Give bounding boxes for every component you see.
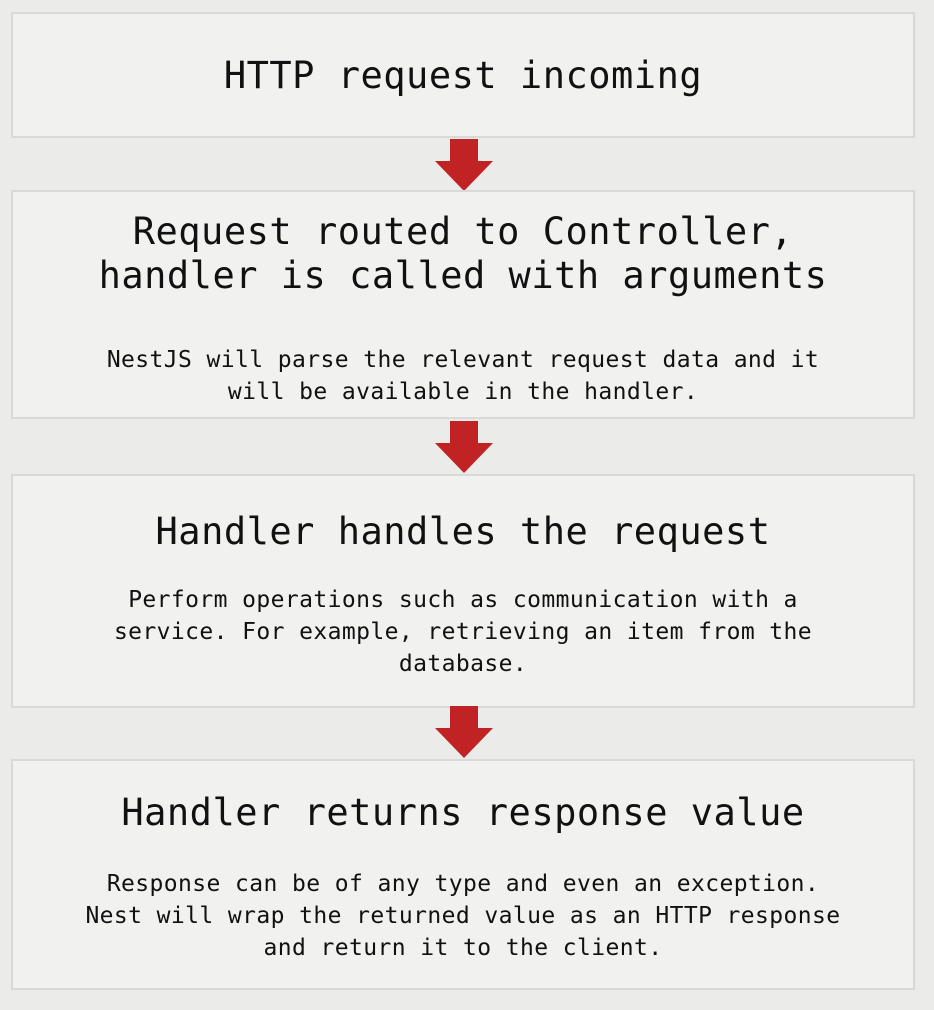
step-handler-handles-request: Handler handles the request Perform oper… <box>11 474 915 708</box>
step-request-routed: Request routed to Controller, handler is… <box>11 190 915 419</box>
down-arrow-icon <box>435 421 493 473</box>
request-lifecycle-flowchart: HTTP request incoming Request routed to … <box>0 0 934 1010</box>
step-title: HTTP request incoming <box>223 54 703 97</box>
step-http-request-incoming: HTTP request incoming <box>11 12 915 138</box>
step-description: Response can be of any type and even an … <box>85 871 841 961</box>
step-title: Request routed to Controller, handler is… <box>98 210 828 297</box>
step-title: Handler handles the request <box>155 510 771 553</box>
step-description: NestJS will parse the relevant request d… <box>106 347 820 405</box>
down-arrow-icon <box>435 139 493 191</box>
step-title: Handler returns response value <box>121 791 805 834</box>
step-description: Perform operations such as communication… <box>113 587 813 677</box>
step-handler-returns-response: Handler returns response value Response … <box>11 759 915 990</box>
down-arrow-icon <box>435 706 493 758</box>
